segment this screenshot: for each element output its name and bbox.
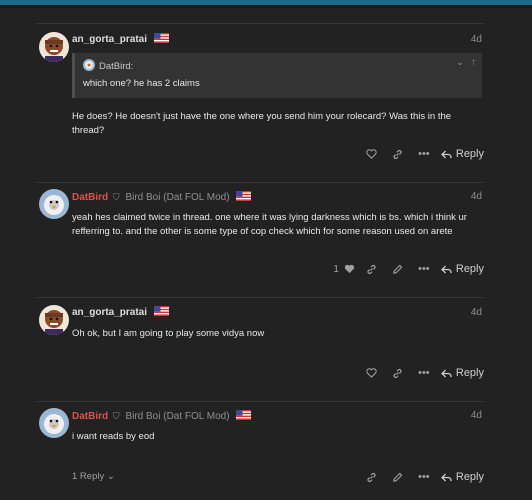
- link-icon[interactable]: [359, 259, 385, 279]
- reply-icon: [440, 149, 452, 159]
- post-body: He does? He doesn't just have the one wh…: [72, 111, 452, 136]
- post-divider: [36, 23, 484, 24]
- avatar[interactable]: [39, 305, 69, 335]
- post-body: yeah hes claimed twice in thread. one wh…: [72, 212, 467, 237]
- heart-icon[interactable]: [359, 363, 385, 383]
- header-shadow: [0, 5, 532, 8]
- avatar[interactable]: [39, 189, 69, 219]
- flag-icon: [236, 191, 252, 201]
- quote-header: DatBird:: [83, 59, 133, 72]
- heart-icon[interactable]: [359, 144, 385, 164]
- post-meta: DatBird ⛉ Bird Boi (Dat FOL Mod) 4d: [72, 189, 484, 205]
- pencil-icon[interactable]: [385, 467, 411, 487]
- quote-controls: ⌄ ↑: [456, 57, 476, 68]
- post-date[interactable]: 4d: [471, 189, 482, 205]
- post-date[interactable]: 4d: [471, 32, 482, 48]
- post-body: i want reads by eod: [72, 431, 155, 442]
- reply-button[interactable]: Reply: [440, 367, 484, 379]
- more-icon[interactable]: •••: [411, 144, 437, 164]
- pencil-icon[interactable]: [385, 259, 411, 279]
- chevron-down-icon: ⌄: [106, 471, 115, 482]
- post-date[interactable]: 4d: [471, 305, 482, 321]
- reply-icon: [440, 472, 452, 482]
- reply-button[interactable]: Reply: [440, 471, 484, 483]
- reply-label: Reply: [455, 148, 484, 160]
- user-title: Bird Boi (Dat FOL Mod): [125, 192, 230, 203]
- post-meta: an_gorta_pratai 4d: [72, 305, 484, 321]
- quote-author: DatBird:: [99, 61, 134, 72]
- post-divider: [36, 401, 484, 402]
- more-icon[interactable]: •••: [411, 363, 437, 383]
- flag-icon: [236, 410, 252, 420]
- chevron-down-icon[interactable]: ⌄: [456, 57, 464, 68]
- reply-icon: [440, 368, 452, 378]
- link-icon[interactable]: [359, 467, 385, 487]
- quote-text: which one? he has 2 claims: [83, 78, 200, 89]
- username[interactable]: DatBird: [72, 192, 108, 203]
- user-title: Bird Boi (Dat FOL Mod): [125, 411, 230, 422]
- post-1: an_gorta_pratai 4d DatBird: ⌄ ↑ which on…: [36, 32, 484, 172]
- more-icon[interactable]: •••: [411, 467, 437, 487]
- shield-icon: ⛉: [112, 411, 120, 421]
- reply-label: Reply: [455, 367, 484, 379]
- heart-icon[interactable]: [341, 259, 359, 279]
- reply-icon: [440, 264, 452, 274]
- post-actions: ••• Reply: [359, 144, 484, 164]
- replies-toggle[interactable]: 1 Reply ⌄: [72, 471, 115, 482]
- post-date[interactable]: 4d: [471, 408, 482, 424]
- post-actions: ••• Reply: [359, 363, 484, 383]
- post-4: DatBird ⛉ Bird Boi (Dat FOL Mod) 4d i wa…: [36, 408, 484, 493]
- post-2: DatBird ⛉ Bird Boi (Dat FOL Mod) 4d yeah…: [36, 189, 484, 289]
- post-3: an_gorta_pratai 4d Oh ok, but I am going…: [36, 305, 484, 385]
- post-divider: [36, 297, 484, 298]
- shield-icon: ⛉: [112, 192, 120, 202]
- post-body: Oh ok, but I am going to play some vidya…: [72, 328, 265, 339]
- username[interactable]: an_gorta_pratai: [72, 307, 147, 318]
- link-icon[interactable]: [385, 363, 411, 383]
- reply-label: Reply: [455, 263, 484, 275]
- reply-button[interactable]: Reply: [440, 263, 484, 275]
- avatar[interactable]: [39, 408, 69, 438]
- post-meta: DatBird ⛉ Bird Boi (Dat FOL Mod) 4d: [72, 408, 484, 424]
- quote-avatar: [83, 59, 95, 71]
- username[interactable]: DatBird: [72, 411, 108, 422]
- flag-icon: [153, 33, 169, 43]
- post-meta: an_gorta_pratai 4d: [72, 32, 484, 48]
- like-count[interactable]: 1: [333, 264, 339, 275]
- post-actions: ••• Reply: [359, 467, 484, 487]
- avatar[interactable]: [39, 32, 69, 62]
- quote-block: DatBird: ⌄ ↑ which one? he has 2 claims: [72, 53, 482, 98]
- reply-button[interactable]: Reply: [440, 148, 484, 160]
- replies-toggle-label: 1 Reply: [72, 471, 105, 482]
- flag-icon: [153, 306, 169, 316]
- username[interactable]: an_gorta_pratai: [72, 34, 147, 45]
- link-icon[interactable]: [385, 144, 411, 164]
- arrow-up-icon[interactable]: ↑: [471, 57, 476, 68]
- post-actions: 1 ••• Reply: [333, 259, 484, 279]
- reply-label: Reply: [455, 471, 484, 483]
- more-icon[interactable]: •••: [411, 259, 437, 279]
- post-divider: [36, 182, 484, 183]
